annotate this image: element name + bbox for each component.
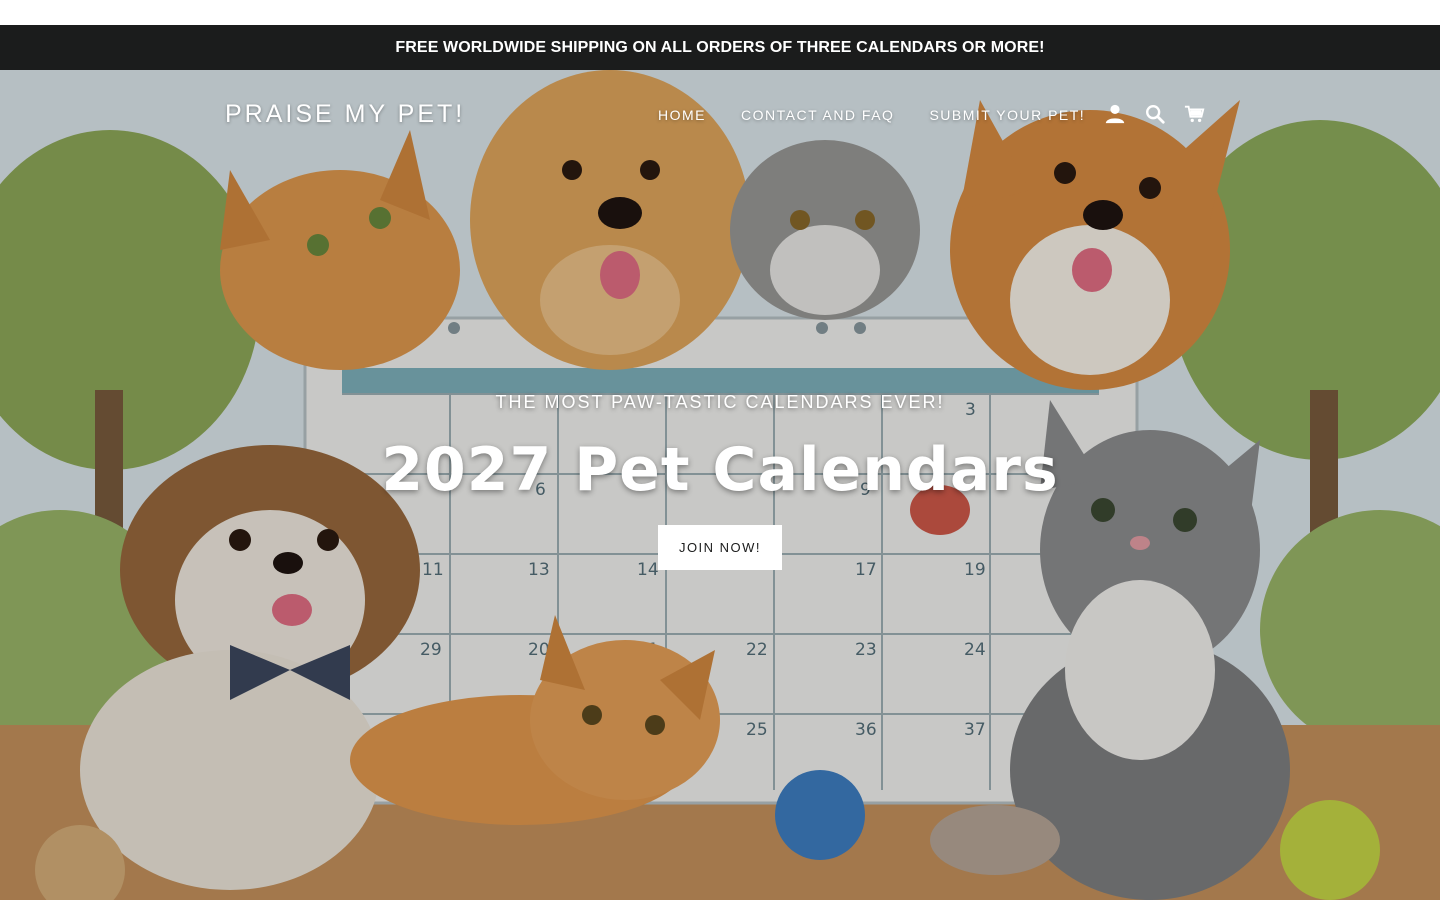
- nav-submit-your-pet[interactable]: SUBMIT YOUR PET!: [929, 107, 1085, 123]
- account-icon[interactable]: [1104, 103, 1128, 127]
- nav-home[interactable]: HOME: [658, 107, 706, 123]
- announcement-text: FREE WORLDWIDE SHIPPING ON ALL ORDERS OF…: [395, 38, 1045, 56]
- hero-title: 2027 Pet Calendars: [381, 435, 1059, 505]
- announcement-bar: FREE WORLDWIDE SHIPPING ON ALL ORDERS OF…: [0, 25, 1440, 70]
- header-icons: [1104, 103, 1224, 127]
- join-now-button[interactable]: JOIN NOW!: [657, 525, 783, 570]
- cart-icon[interactable]: [1184, 103, 1208, 127]
- hero-content: THE MOST PAW-TASTIC CALENDARS EVER! 2027…: [0, 392, 1440, 570]
- site-header: PRAISE MY PET! HOME CONTACT AND FAQ SUBM…: [0, 70, 1440, 160]
- search-icon[interactable]: [1144, 103, 1168, 127]
- site-logo[interactable]: PRAISE MY PET!: [225, 100, 465, 129]
- hero-subtitle: THE MOST PAW-TASTIC CALENDARS EVER!: [495, 392, 945, 412]
- hero-section: 3 6 9 11 13 14 17 19 29 20 21 22 23 24 2…: [0, 70, 1440, 900]
- top-spacer: [0, 0, 1440, 25]
- nav-contact-and-faq[interactable]: CONTACT AND FAQ: [741, 107, 894, 123]
- main-nav: HOME CONTACT AND FAQ SUBMIT YOUR PET!: [658, 107, 1120, 123]
